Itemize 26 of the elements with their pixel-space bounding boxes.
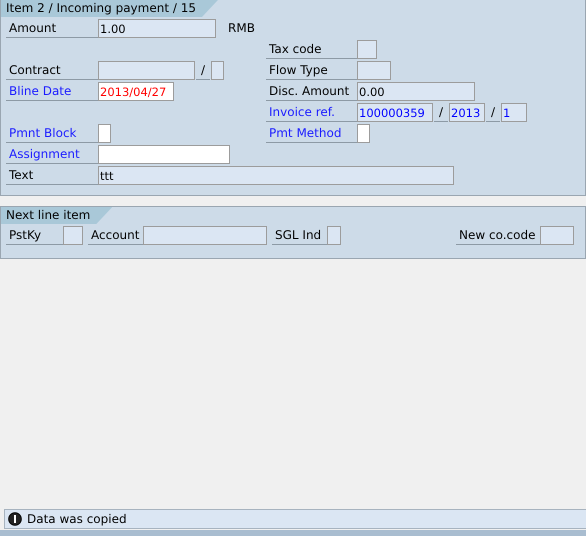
info-icon bbox=[8, 512, 22, 526]
separator-text: / bbox=[434, 103, 448, 122]
input-field[interactable]: 0.00 bbox=[357, 82, 475, 101]
input-field[interactable]: 2013 bbox=[449, 103, 485, 122]
input-field[interactable]: ttt bbox=[98, 166, 454, 185]
input-field[interactable] bbox=[327, 226, 341, 245]
separator-text: / bbox=[486, 103, 500, 122]
input-field[interactable] bbox=[98, 145, 230, 164]
unit-label: RMB bbox=[228, 20, 255, 37]
input-field[interactable] bbox=[211, 61, 224, 80]
input-field[interactable] bbox=[357, 61, 391, 80]
input-field[interactable]: 100000359 bbox=[357, 103, 433, 122]
input-field[interactable] bbox=[98, 61, 195, 80]
input-field[interactable] bbox=[98, 124, 111, 143]
input-field[interactable]: 1 bbox=[501, 103, 527, 122]
section-title: Item 2 / Incoming payment / 15 bbox=[1, 0, 218, 17]
section-title: Next line item bbox=[1, 207, 112, 224]
input-field[interactable] bbox=[63, 226, 83, 245]
input-field[interactable] bbox=[357, 124, 370, 143]
input-field[interactable]: 2013/04/27 bbox=[98, 82, 174, 101]
input-field[interactable] bbox=[143, 226, 267, 245]
separator-text: / bbox=[196, 61, 210, 80]
input-field[interactable] bbox=[540, 226, 574, 245]
input-field[interactable]: 1.00 bbox=[98, 19, 216, 38]
input-field[interactable] bbox=[357, 40, 377, 59]
status-message: Data was copied bbox=[27, 512, 127, 526]
